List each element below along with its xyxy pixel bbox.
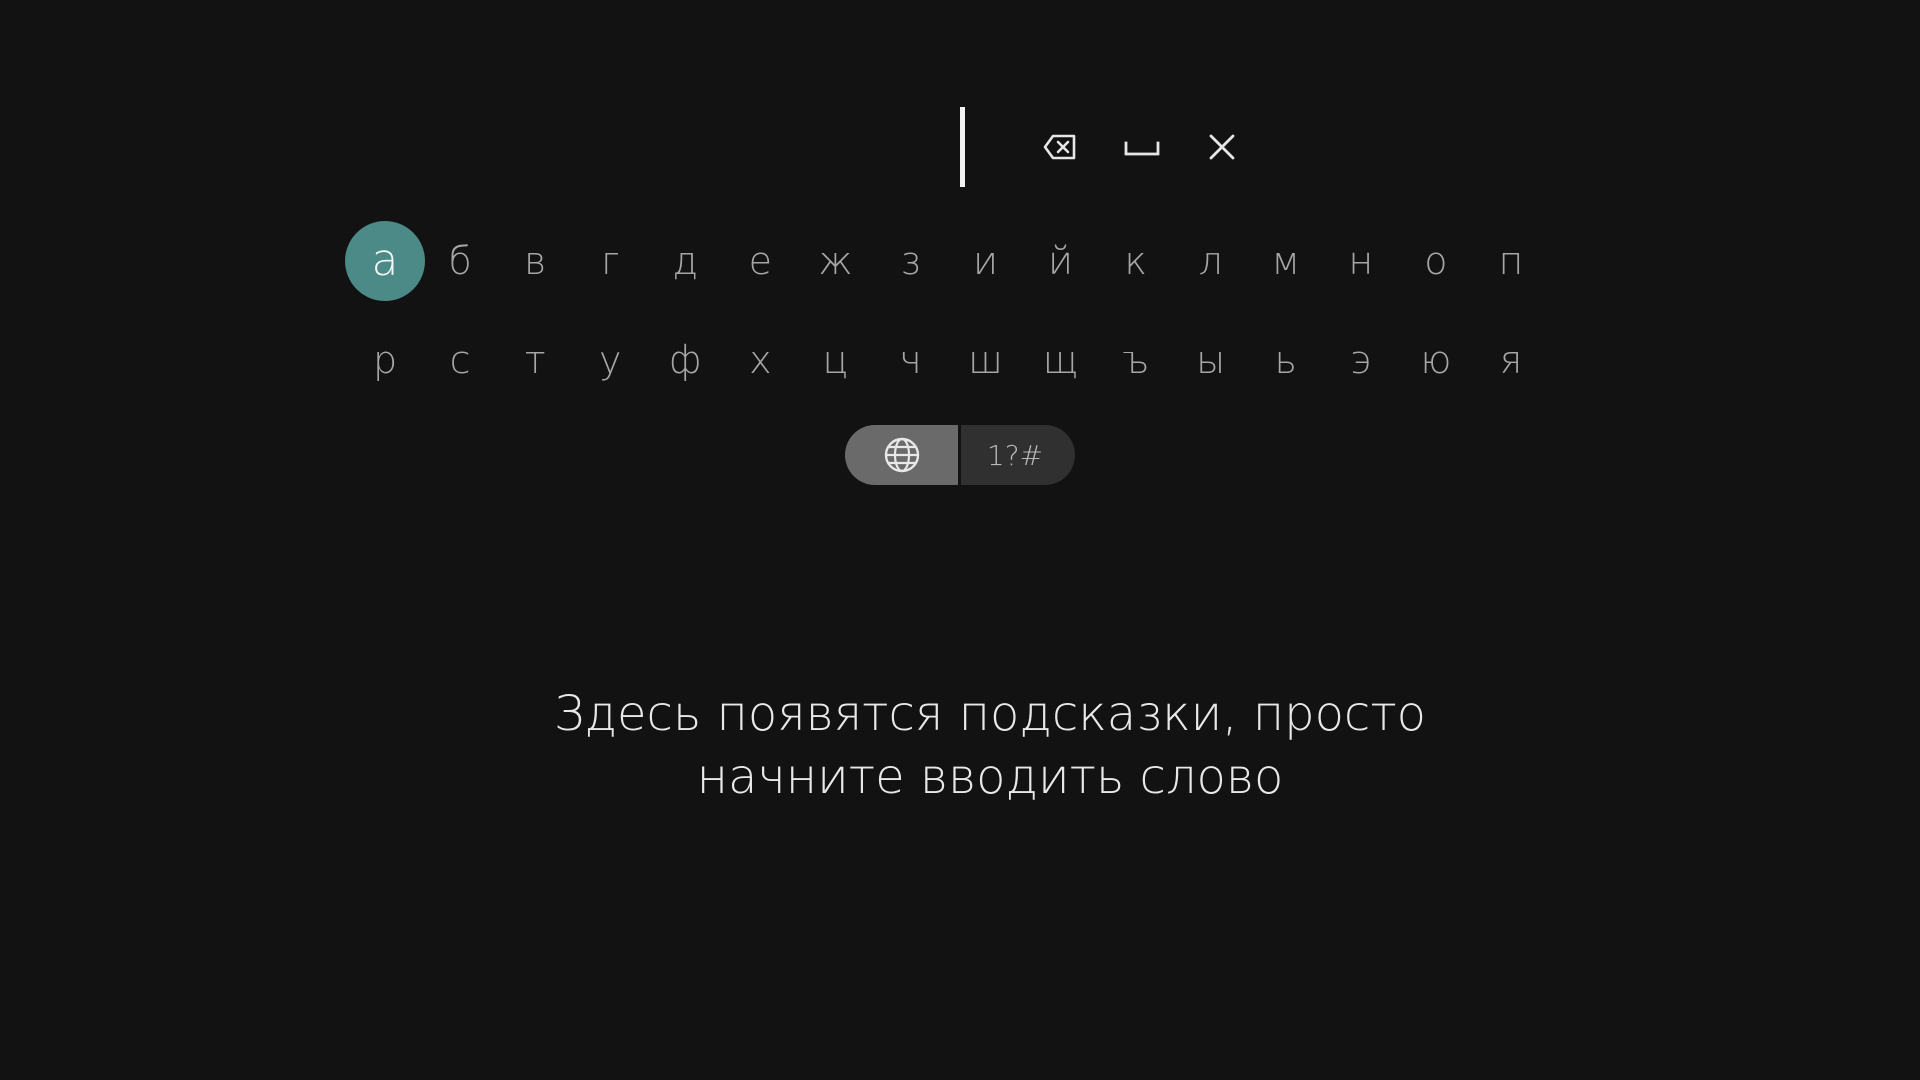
key-2-5[interactable]: х [720,320,800,400]
key-1-7[interactable]: з [870,221,950,301]
key-1-15[interactable]: п [1471,221,1551,301]
key-1-9[interactable]: й [1021,221,1101,301]
key-2-1[interactable]: с [420,320,500,400]
key-1-3[interactable]: г [570,221,650,301]
key-2-3[interactable]: у [570,320,650,400]
globe-icon [884,437,919,473]
close-button[interactable] [1197,122,1247,172]
key-2-10[interactable]: ъ [1096,320,1176,400]
text-cursor [960,107,965,187]
key-2-0[interactable]: р [345,320,425,400]
key-1-10[interactable]: к [1096,221,1176,301]
space-button[interactable] [1117,122,1167,172]
key-2-9[interactable]: щ [1021,320,1101,400]
symbols-button[interactable]: 1?# [961,425,1075,485]
key-2-15[interactable]: я [1471,320,1551,400]
keyboard-row-2: рстуфхцчшщъыьэюя [373,320,1522,400]
key-1-4[interactable]: д [645,221,725,301]
key-2-6[interactable]: ц [795,320,875,400]
backspace-icon [1043,134,1076,160]
search-screen: абвгдежзийклмноп рстуфхцчшщъыьэюя 1?# Зд… [0,0,1920,1080]
key-2-12[interactable]: ь [1246,320,1326,400]
key-1-14[interactable]: о [1396,221,1476,301]
key-2-2[interactable]: т [495,320,575,400]
backspace-button[interactable] [1035,122,1085,172]
keyboard-row-1: абвгдежзийклмноп [345,221,1523,301]
key-2-14[interactable]: ю [1396,320,1476,400]
key-2-4[interactable]: ф [645,320,725,400]
space-bar-icon [1124,141,1160,156]
key-2-8[interactable]: ш [946,320,1026,400]
hint-line-1: Здесь появятся подсказки, просто [553,686,1427,742]
key-1-11[interactable]: л [1171,221,1251,301]
language-button[interactable] [845,425,958,485]
key-1-2[interactable]: в [495,221,575,301]
key-1-6[interactable]: ж [795,221,875,301]
key-2-13[interactable]: э [1321,320,1401,400]
key-1-8[interactable]: и [946,221,1026,301]
key-1-12[interactable]: м [1246,221,1326,301]
key-1-13[interactable]: н [1321,221,1401,301]
key-2-11[interactable]: ы [1171,320,1251,400]
key-2-7[interactable]: ч [870,320,950,400]
suggestions-hint: Здесь появятся подсказки, просто начните… [460,683,1520,809]
key-1-0[interactable]: а [345,221,425,301]
close-icon [1209,134,1235,160]
hint-line-2: начните вводить слово [696,749,1284,805]
key-1-5[interactable]: е [720,221,800,301]
keyboard-mode-switch: 1?# [845,425,1075,485]
key-1-1[interactable]: б [420,221,500,301]
